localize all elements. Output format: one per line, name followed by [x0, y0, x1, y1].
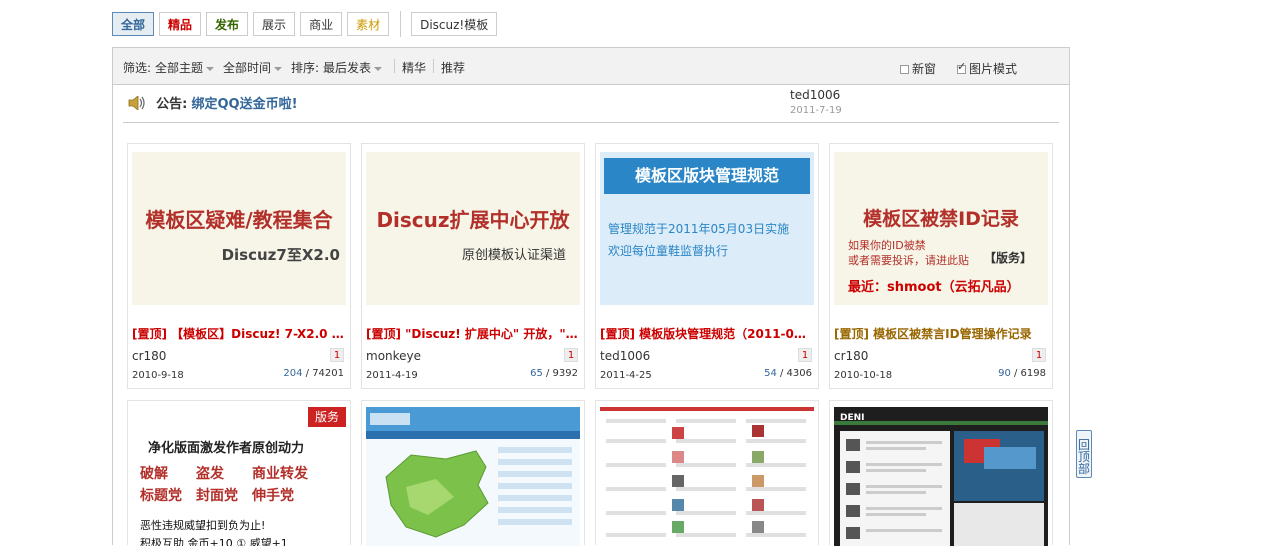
thread-thumbnail[interactable]: 模板区被禁ID记录 如果你的ID被禁 或者需要投诉，请进此贴 【版务】 最近：s…	[834, 152, 1048, 305]
thread-thumbnail[interactable]: 版务 净化版面激发作者原创动力 破解 盗发 商业转发 标题党 封面党 伸手党 恶…	[132, 407, 346, 546]
thread-author[interactable]: cr180	[132, 349, 166, 363]
tab-release[interactable]: 发布	[206, 12, 249, 36]
recommend-link[interactable]: 推荐	[441, 59, 465, 76]
thumb-text: 模板区被禁ID记录	[863, 208, 1019, 230]
announcement: 公告: 绑定QQ送金币啦!	[128, 93, 298, 114]
thumb-text: 管理规范于2011年05月03日实施	[608, 222, 790, 236]
thumb-text: Discuz7至X2.0	[221, 246, 340, 264]
thread-date: 2010-9-18	[132, 370, 184, 381]
thumb-text: 【版务】	[984, 251, 1033, 265]
speaker-icon	[128, 95, 146, 114]
tab-discuz-templates[interactable]: Discuz!模板	[411, 12, 498, 36]
digest-link[interactable]: 精华	[402, 59, 426, 76]
thumb-text: 模板区版块管理规范	[604, 158, 810, 194]
thread-card[interactable]: 模板区被禁ID记录 如果你的ID被禁 或者需要投诉，请进此贴 【版务】 最近：s…	[829, 143, 1053, 389]
forum-screenshot-image	[600, 407, 814, 537]
checkbox-icon	[900, 65, 909, 74]
thumb-text: Discuz扩展中心开放	[376, 208, 570, 232]
divider	[123, 122, 1059, 123]
thread-title[interactable]: [置顶] 模板区被禁言ID管理操作记录	[834, 325, 1048, 342]
tab-all[interactable]: 全部	[112, 12, 155, 36]
announcement-link[interactable]: 绑定QQ送金币啦!	[191, 97, 297, 112]
thumb-tag: 版务	[308, 407, 346, 427]
thumb-text: 积极互助 金币+10 ① 威望+1	[140, 537, 288, 546]
thumb-text: 净化版面激发作者原创动力	[148, 441, 305, 456]
checkbox-checked-icon	[957, 60, 966, 74]
thread-title[interactable]: [置顶] 【模板区】Discuz! 7-X2.0 模板…	[132, 325, 346, 342]
thumb-text: 或者需要投诉，请进此贴	[848, 254, 969, 267]
thread-thumbnail[interactable]	[366, 407, 580, 546]
thread-date: 2011-4-19	[366, 370, 418, 381]
thread-badge: 1	[798, 348, 812, 362]
thread-thumbnail[interactable]	[600, 407, 814, 546]
filter-label: 筛选:	[123, 61, 152, 75]
thread-thumbnail[interactable]: Discuz扩展中心开放 原创模板认证渠道	[366, 152, 580, 305]
filter-divider	[433, 59, 434, 73]
tab-materials[interactable]: 素材	[347, 12, 390, 36]
all-time-dropdown[interactable]: 全部时间	[223, 59, 283, 76]
thread-thumbnail[interactable]: DENI	[834, 407, 1048, 546]
category-tabs: 全部 精品 发布 展示 商业 素材 Discuz!模板	[112, 11, 502, 37]
thumb-text: 最近：shmoot（云拓凡品）	[848, 280, 1020, 295]
all-topics-dropdown[interactable]: 全部主题	[155, 59, 215, 76]
tab-commercial[interactable]: 商业	[300, 12, 343, 36]
image-mode-checkbox[interactable]: 图片模式	[957, 60, 1017, 77]
filter-divider	[394, 59, 395, 73]
thread-author[interactable]: ted1006	[600, 349, 650, 363]
thread-card[interactable]	[361, 400, 585, 546]
thread-card[interactable]: DENI	[829, 400, 1053, 546]
sort-dropdown[interactable]: 最后发表	[323, 59, 383, 76]
thumb-text: 标题党 封面党 伸手党	[140, 488, 294, 504]
thread-title[interactable]: [置顶] "Discuz! 扩展中心" 开放，"原创…	[366, 325, 580, 342]
thread-title[interactable]: [置顶] 模板版块管理规范（2011-05-03）	[600, 325, 814, 342]
thread-badge: 1	[1032, 348, 1046, 362]
announcement-author[interactable]: ted1006	[790, 88, 840, 102]
thread-author[interactable]: cr180	[834, 349, 868, 363]
thread-card[interactable]: Discuz扩展中心开放 原创模板认证渠道 [置顶] "Discuz! 扩展中心…	[361, 143, 585, 389]
thread-badge: 1	[330, 348, 344, 362]
thumb-text: 如果你的ID被禁	[848, 239, 926, 252]
thumb-text: 恶性违规威望扣到负为止!	[140, 519, 266, 532]
tab-divider	[400, 11, 402, 37]
thread-card[interactable]: 模板区版块管理规范 管理规范于2011年05月03日实施 欢迎每位童鞋监督执行 …	[595, 143, 819, 389]
sort-label: 排序:	[291, 61, 320, 75]
thumb-text: 原创模板认证渠道	[461, 248, 566, 263]
thread-author[interactable]: monkeye	[366, 349, 421, 363]
thumb-text: 破解 盗发 商业转发	[140, 466, 308, 482]
thread-thumbnail[interactable]: 模板区版块管理规范 管理规范于2011年05月03日实施 欢迎每位童鞋监督执行	[600, 152, 814, 305]
thread-card[interactable]	[595, 400, 819, 546]
thread-stats: 90 / 6198	[998, 368, 1046, 379]
announcement-date: 2011-7-19	[790, 105, 842, 116]
dark-theme-screenshot-image	[834, 421, 1048, 546]
filter-bar: 筛选: 全部主题 全部时间 排序: 最后发表 精华 推荐 新窗 图片模式	[113, 48, 1069, 85]
chevron-down-icon	[374, 66, 383, 71]
thumb-text: 欢迎每位童鞋监督执行	[608, 244, 729, 258]
thread-date: 2010-10-18	[834, 370, 893, 381]
announcement-label: 公告:	[156, 97, 188, 112]
thread-card[interactable]: 模板区疑难/教程集合 Discuz7至X2.0 [置顶] 【模板区】Discuz…	[127, 143, 351, 389]
thread-stats: 65 / 9392	[530, 368, 578, 379]
thumb-text: 模板区疑难/教程集合	[145, 208, 333, 232]
thread-date: 2011-4-25	[600, 370, 652, 381]
thread-stats: 54 / 4306	[764, 368, 812, 379]
thread-stats: 204 / 74201	[283, 368, 344, 379]
chevron-down-icon	[274, 66, 283, 71]
tab-showcase[interactable]: 展示	[253, 12, 296, 36]
map-screenshot-image	[366, 407, 580, 546]
new-window-checkbox[interactable]: 新窗	[900, 60, 936, 77]
back-to-top-button[interactable]: 回顶部	[1076, 430, 1092, 478]
chevron-down-icon	[206, 66, 215, 71]
thread-card[interactable]: 版务 净化版面激发作者原创动力 破解 盗发 商业转发 标题党 封面党 伸手党 恶…	[127, 400, 351, 546]
thread-badge: 1	[564, 348, 578, 362]
tab-featured[interactable]: 精品	[159, 12, 202, 36]
thread-thumbnail[interactable]: 模板区疑难/教程集合 Discuz7至X2.0	[132, 152, 346, 305]
